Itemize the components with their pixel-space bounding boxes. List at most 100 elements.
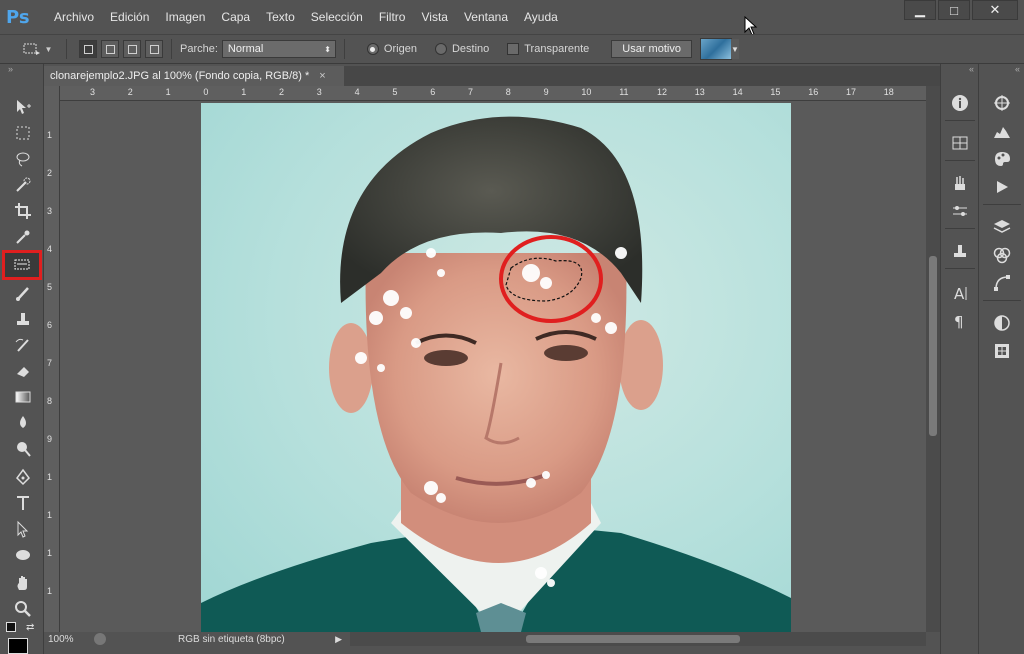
gradient-tool-icon[interactable] — [10, 386, 36, 408]
pattern-picker[interactable]: ▼ — [699, 38, 739, 60]
minimize-button[interactable]: ▁ — [904, 0, 936, 20]
use-pattern-button[interactable]: Usar motivo — [611, 40, 692, 58]
paths-panel-icon[interactable] — [988, 272, 1016, 294]
patch-mode-select[interactable]: Normal ⬍ — [221, 40, 336, 58]
transparent-checkbox[interactable] — [507, 43, 520, 55]
info-panel-icon[interactable] — [946, 92, 974, 114]
source-radio[interactable] — [366, 43, 379, 55]
portrait-illustration — [201, 116, 791, 632]
menu-bar: Ps Archivo Edición Imagen Capa Texto Sel… — [0, 0, 1024, 36]
move-tool-icon[interactable] — [10, 96, 36, 118]
canvas-area[interactable] — [60, 101, 926, 632]
paragraph-panel-icon[interactable]: ¶ — [946, 310, 974, 332]
document-tab-title: clonarejemplo2.JPG al 100% (Fondo copia,… — [50, 70, 310, 82]
menu-filtro[interactable]: Filtro — [371, 10, 414, 24]
channels-panel-icon[interactable] — [988, 244, 1016, 266]
foreground-color-swatch[interactable] — [8, 638, 28, 654]
intersect-selection-icon — [149, 44, 159, 54]
tool-preset-picker[interactable]: ▼ — [16, 38, 58, 60]
crop-tool-icon[interactable] — [10, 200, 36, 222]
type-tool-icon[interactable] — [10, 492, 36, 514]
document-tab-bar: clonarejemplo2.JPG al 100% (Fondo copia,… — [44, 66, 940, 86]
hand-tool-icon[interactable] — [10, 572, 36, 594]
styles-panel-icon[interactable] — [988, 340, 1016, 362]
subtract-selection-button[interactable] — [123, 40, 141, 58]
destination-radio[interactable] — [434, 43, 447, 55]
ruler-tick-label: 13 — [694, 87, 705, 97]
chevron-down-icon: ▼ — [44, 44, 53, 54]
status-menu-arrow-icon[interactable]: ▶ — [335, 634, 342, 645]
character-panel-icon[interactable]: A — [946, 282, 974, 304]
ruler-tick-label: 4 — [47, 244, 53, 254]
menu-vista[interactable]: Vista — [413, 10, 455, 24]
close-button[interactable]: ✕ — [972, 0, 1018, 20]
blur-tool-icon[interactable] — [10, 412, 36, 434]
horizontal-scroll-thumb[interactable] — [526, 635, 740, 643]
actions-panel-icon[interactable] — [988, 176, 1016, 198]
path-selection-tool-icon[interactable] — [10, 518, 36, 540]
menu-imagen[interactable]: Imagen — [157, 10, 213, 24]
swap-colors-icon[interactable]: ⇄ — [26, 622, 34, 633]
menu-ayuda[interactable]: Ayuda — [516, 10, 566, 24]
pen-tool-icon[interactable] — [10, 466, 36, 488]
color-panel-icon[interactable] — [988, 148, 1016, 170]
divider — [66, 39, 67, 59]
ellipse-tool-icon[interactable] — [10, 544, 36, 566]
marquee-tool-icon[interactable] — [10, 122, 36, 144]
ruler-tick-label: 3 — [90, 87, 96, 97]
ruler-tick-label: 6 — [430, 87, 436, 97]
ruler-tick-label: 11 — [619, 87, 629, 97]
close-tab-icon[interactable]: × — [319, 70, 325, 82]
ruler-tick-label: 14 — [732, 87, 743, 97]
swatches-panel-icon[interactable] — [946, 132, 974, 154]
menu-edicion[interactable]: Edición — [102, 10, 157, 24]
brush-presets-icon[interactable] — [946, 172, 974, 194]
ruler-tick-label: 10 — [581, 87, 592, 97]
menu-seleccion[interactable]: Selección — [303, 10, 371, 24]
collapse-dock-icon[interactable]: « — [941, 64, 978, 78]
lasso-tool-icon[interactable] — [10, 148, 36, 170]
divider — [945, 228, 975, 229]
eyedropper-tool-icon[interactable] — [10, 226, 36, 248]
vertical-scroll-thumb[interactable] — [929, 256, 937, 436]
mouse-cursor-icon — [744, 16, 758, 36]
quick-selection-tool-icon[interactable] — [10, 174, 36, 196]
menu-archivo[interactable]: Archivo — [46, 10, 102, 24]
portrait-photo[interactable] — [201, 103, 791, 632]
zoom-tool-icon[interactable] — [10, 598, 36, 620]
intersect-selection-button[interactable] — [145, 40, 163, 58]
maximize-button[interactable]: □ — [938, 0, 970, 20]
collapse-icon[interactable]: » — [0, 64, 43, 78]
photoshop-logo: Ps — [6, 6, 30, 28]
document-info-icon[interactable] — [94, 633, 106, 645]
eraser-tool-icon[interactable] — [10, 360, 36, 382]
patch-tool-icon[interactable] — [2, 250, 42, 280]
menu-ventana[interactable]: Ventana — [456, 10, 516, 24]
clone-stamp-tool-icon[interactable] — [10, 308, 36, 330]
default-colors-icon[interactable] — [6, 622, 16, 632]
ruler-tick-label: 7 — [47, 358, 53, 368]
brush-panel-icon[interactable] — [946, 200, 974, 222]
history-brush-tool-icon[interactable] — [10, 334, 36, 356]
dodge-tool-icon[interactable] — [10, 438, 36, 460]
horizontal-scrollbar[interactable] — [350, 632, 926, 646]
adjustments-panel-icon[interactable] — [988, 312, 1016, 334]
navigator-panel-icon[interactable] — [988, 92, 1016, 114]
ruler-tick-label: 12 — [657, 87, 668, 97]
layers-panel-icon[interactable] — [988, 216, 1016, 238]
new-selection-button[interactable] — [79, 40, 97, 58]
divider — [945, 268, 975, 269]
zoom-level[interactable]: 100% — [44, 634, 94, 645]
svg-text:A: A — [954, 285, 965, 302]
add-selection-button[interactable] — [101, 40, 119, 58]
horizontal-ruler: 3 2 1 0 1 2 3 4 5 6 7 8 9 10 11 12 13 14 15 16 17 18 — [60, 86, 926, 101]
clone-source-icon[interactable] — [946, 240, 974, 262]
menu-texto[interactable]: Texto — [258, 10, 303, 24]
brush-tool-icon[interactable] — [10, 282, 36, 304]
histogram-panel-icon[interactable] — [988, 120, 1016, 142]
document-tab[interactable]: clonarejemplo2.JPG al 100% (Fondo copia,… — [44, 66, 344, 86]
vertical-scrollbar[interactable] — [926, 86, 940, 632]
ruler-tick-label: 2 — [279, 87, 285, 97]
menu-capa[interactable]: Capa — [213, 10, 258, 24]
collapse-dock-icon[interactable]: « — [979, 64, 1024, 78]
